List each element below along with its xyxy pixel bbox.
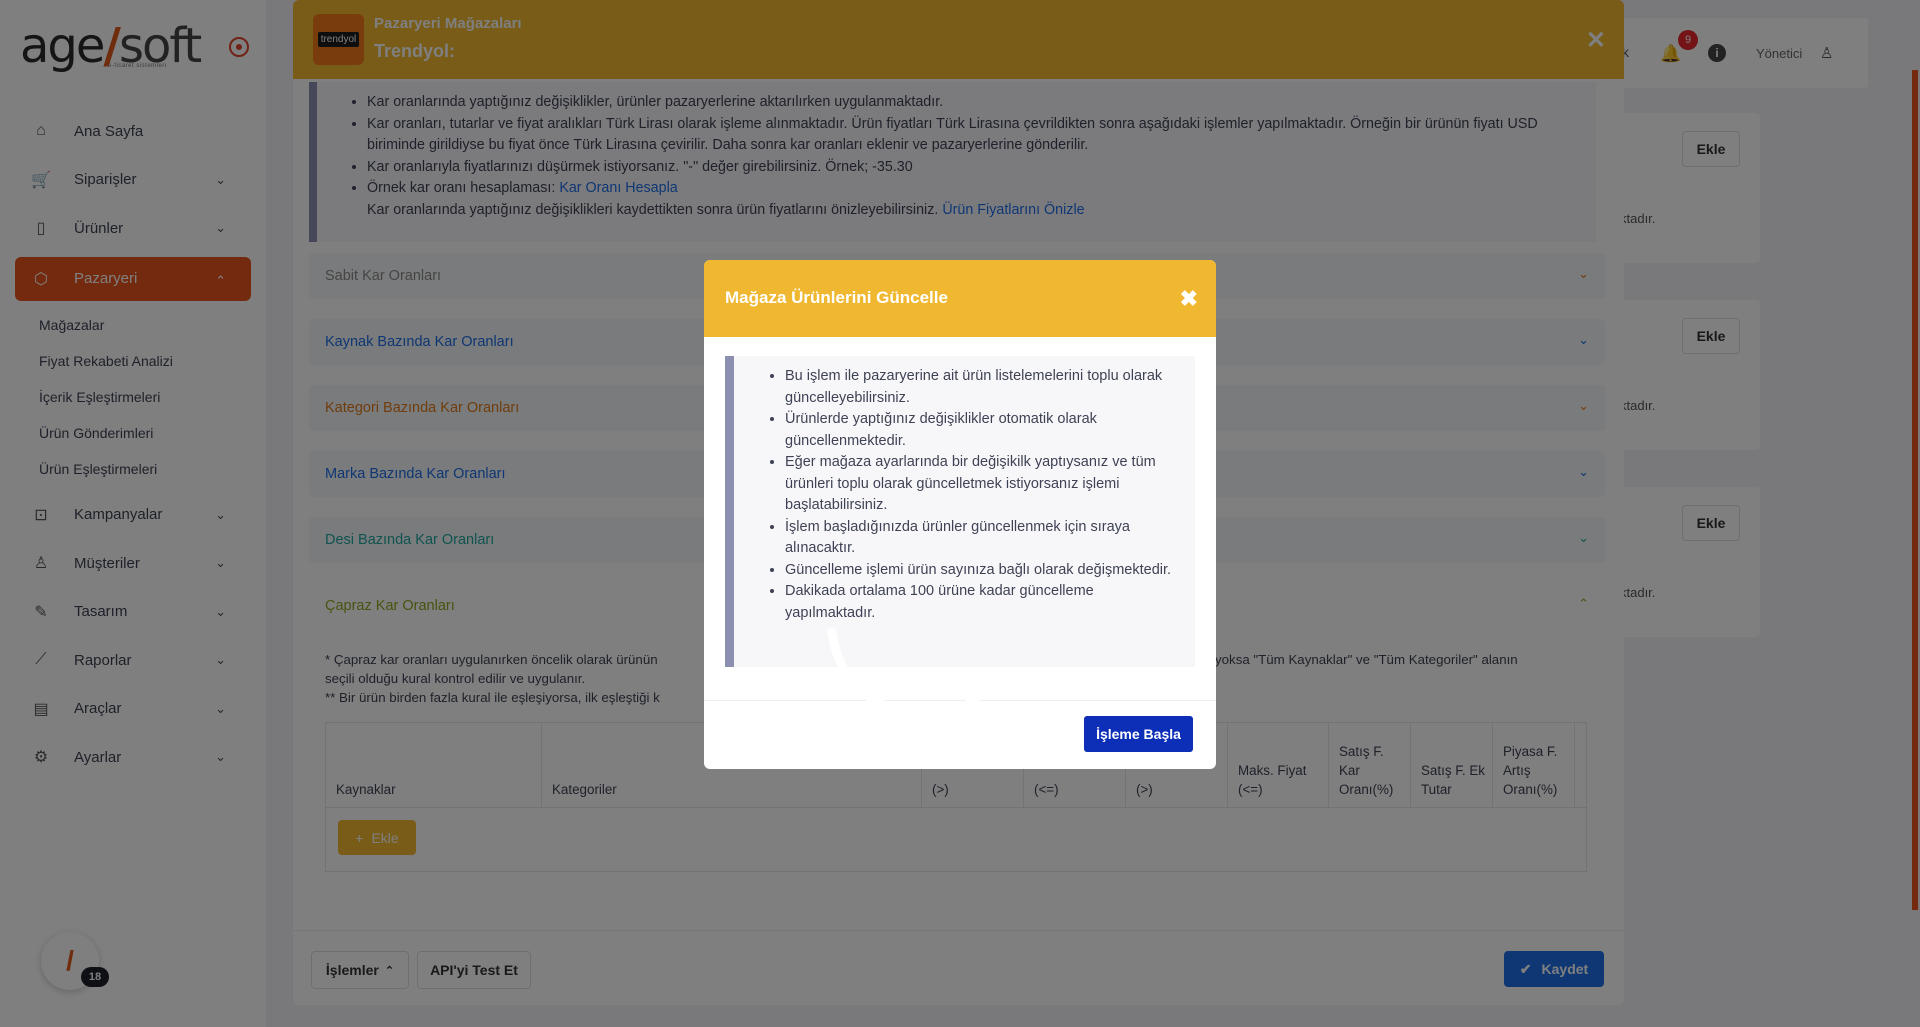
dialog-note-item: Güncelleme işlemi ürün sayınıza bağlı ol… [785, 560, 1175, 582]
start-process-button[interactable]: İşleme Başla [1084, 716, 1193, 752]
dialog-title: Mağaza Ürünlerini Güncelle [725, 288, 948, 307]
dialog-note-item: Ürünlerde yaptığınız değişiklikler otoma… [785, 409, 1175, 452]
dialog-info-note: Bu işlem ile pazaryerine ait ürün listel… [725, 356, 1195, 667]
dialog-header: Mağaza Ürünlerini Güncelle ✖ [704, 260, 1216, 337]
close-icon[interactable]: ✖ [1180, 286, 1198, 312]
dialog-note-item: Dakikada ortalama 100 ürüne kadar güncel… [785, 581, 1175, 624]
annotation-arrow [827, 628, 993, 745]
dialog-note-item: Bu işlem ile pazaryerine ait ürün listel… [785, 366, 1175, 409]
dialog-note-item: İşlem başladığınızda ürünler güncellenme… [785, 517, 1175, 560]
dialog-note-item: Eğer mağaza ayarlarında bir değişikilk y… [785, 452, 1175, 517]
